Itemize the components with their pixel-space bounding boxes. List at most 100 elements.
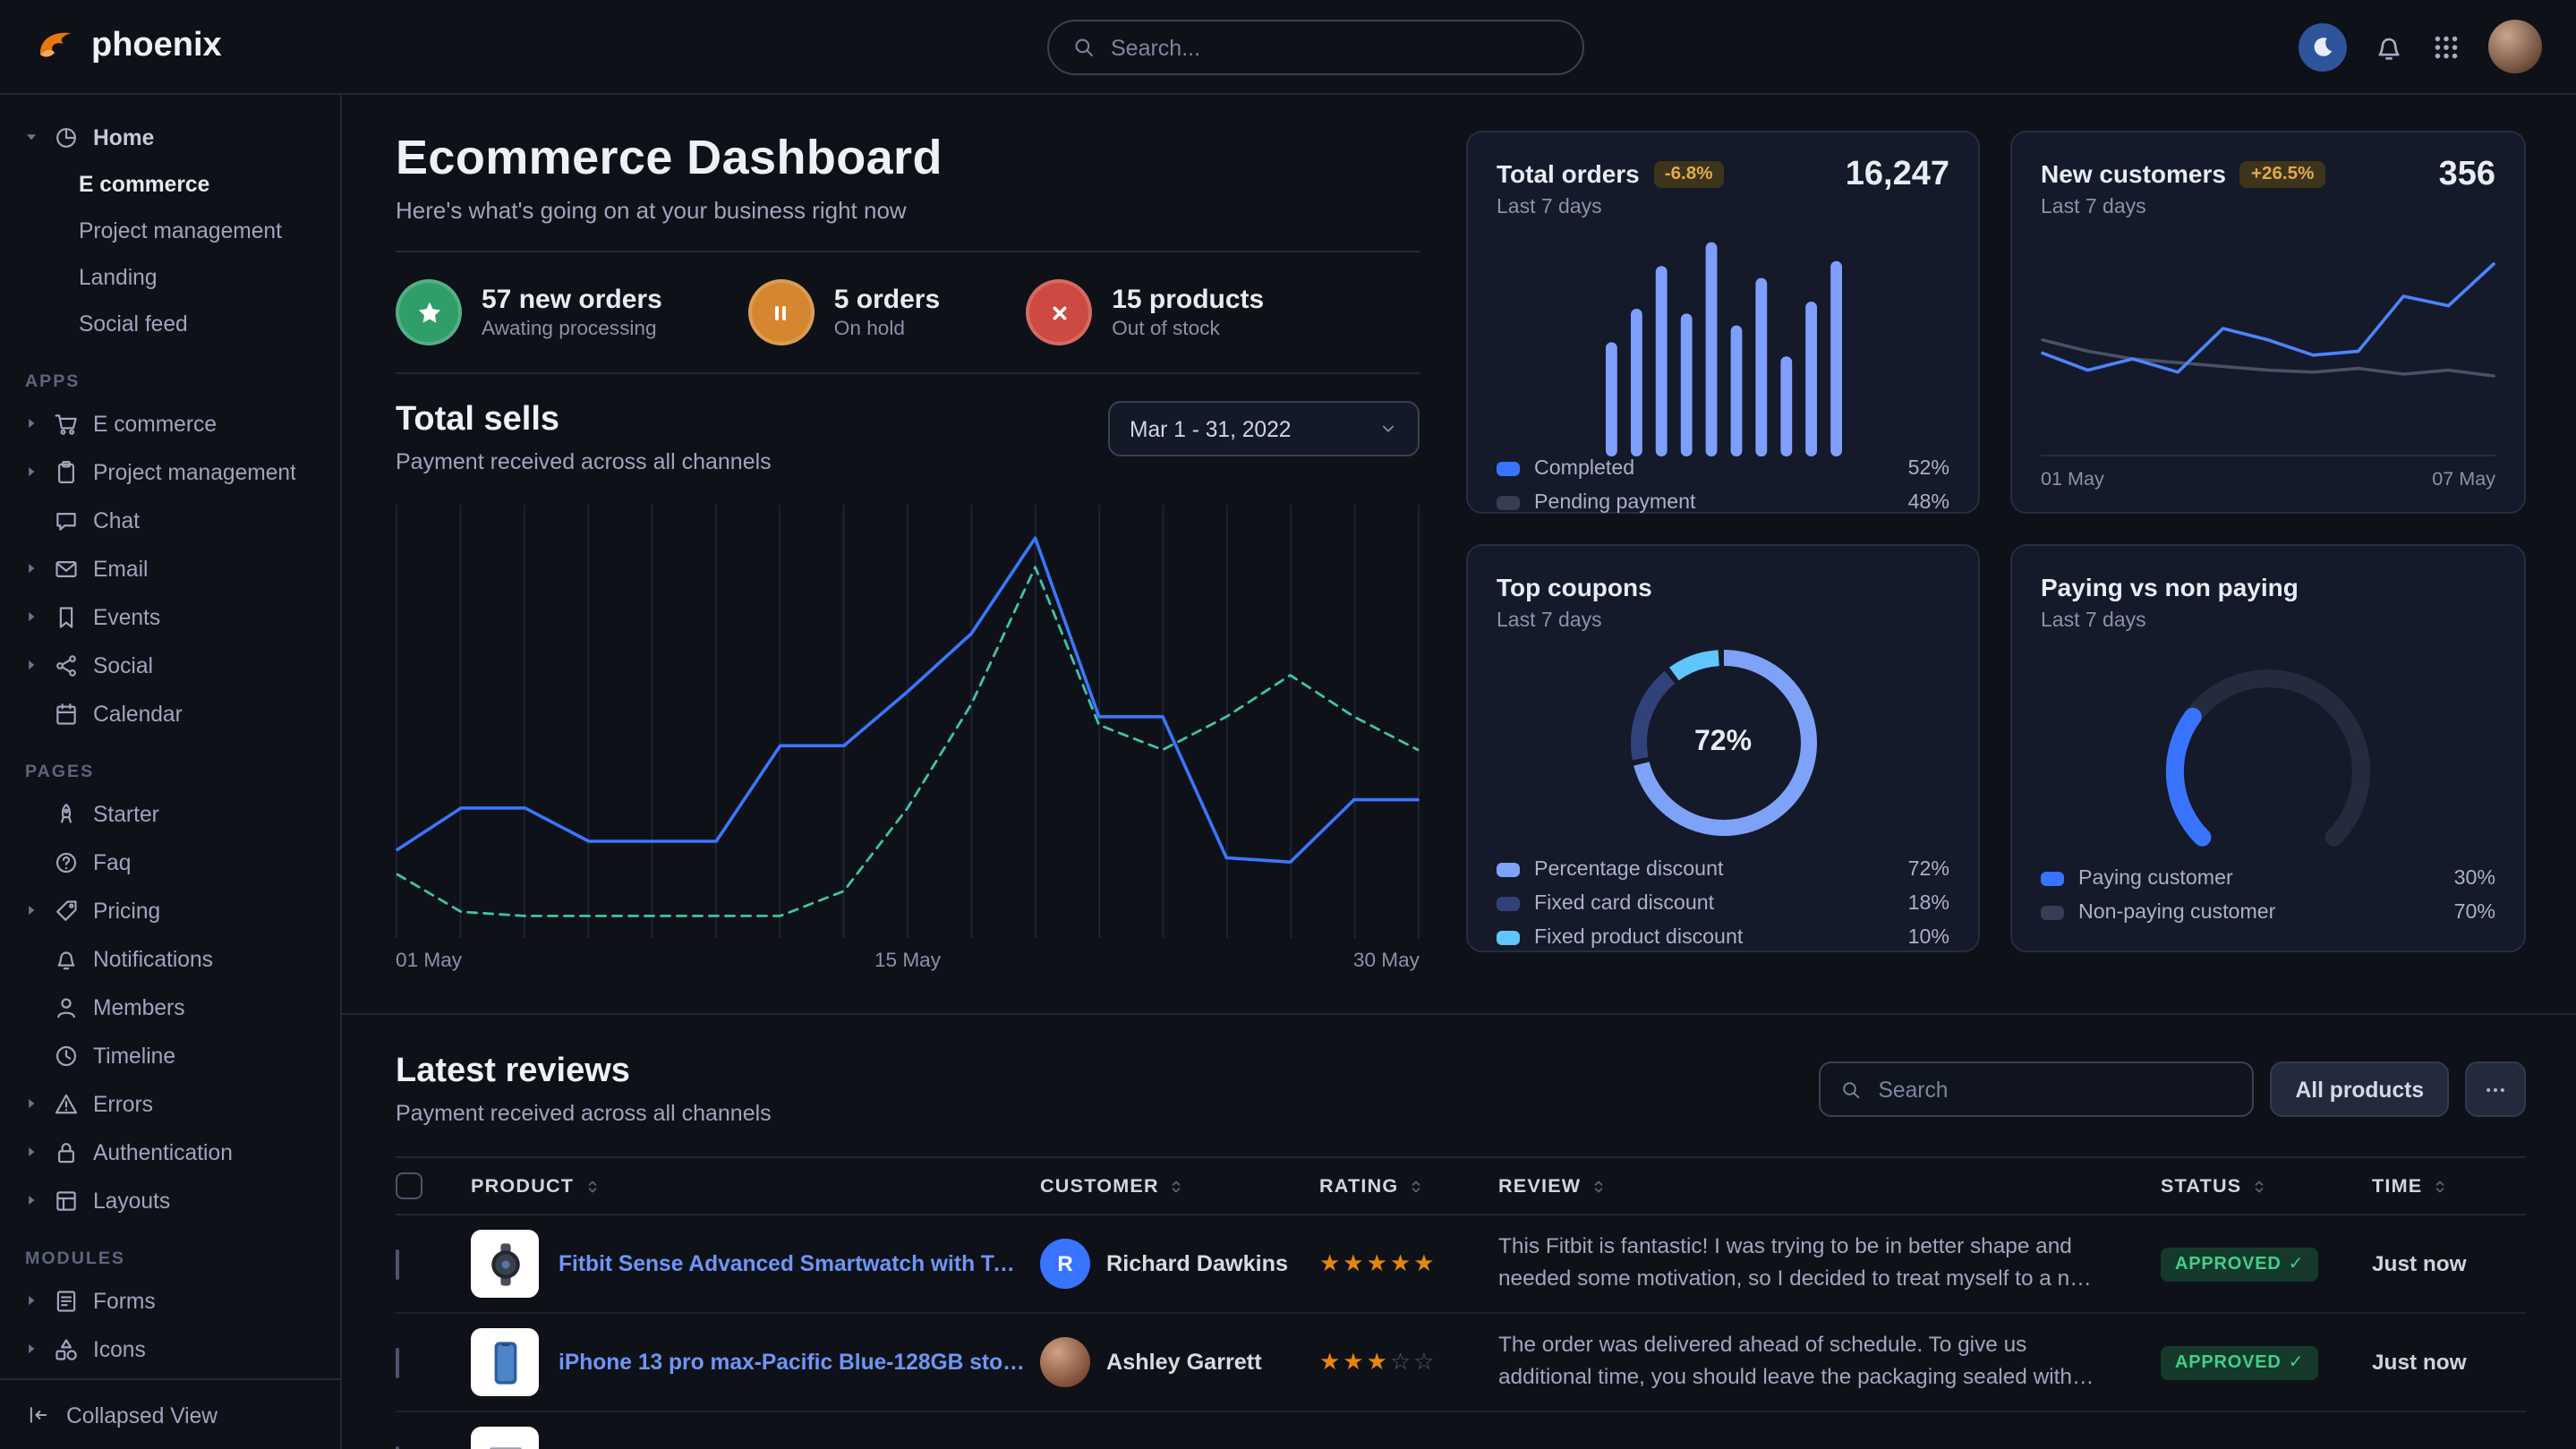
legend-label: Fixed card discount — [1534, 891, 1714, 915]
sort-icon — [2250, 1177, 2268, 1195]
legend-value: 30% — [2454, 866, 2495, 890]
sidebar-item-label: Pricing — [93, 898, 160, 923]
sidebar-item-home[interactable]: Home — [0, 113, 340, 161]
form-icon — [54, 1288, 79, 1313]
sidebar-item-pricing[interactable]: Pricing — [0, 886, 340, 934]
moon-icon — [2309, 33, 2336, 60]
sidebar-item-events[interactable]: Events — [0, 592, 340, 641]
card-period: Last 7 days — [2041, 197, 2495, 218]
product-thumbnail — [471, 1328, 539, 1396]
sidebar-item-label: Email — [93, 556, 149, 581]
brand[interactable]: phoenix — [34, 25, 222, 68]
global-search-input[interactable] — [1111, 35, 1558, 60]
row-checkbox[interactable] — [396, 1347, 399, 1377]
theme-toggle-button[interactable] — [2299, 22, 2347, 71]
sidebar-item-errors[interactable]: Errors — [0, 1079, 340, 1128]
notifications-bell-icon[interactable] — [2374, 31, 2404, 62]
sort-icon — [1407, 1177, 1425, 1195]
sidebar-item-members[interactable]: Members — [0, 983, 340, 1031]
x-axis-label: 01 May — [2041, 469, 2104, 490]
sidebar-item-label: Icons — [93, 1336, 146, 1361]
caret-down-icon — [23, 129, 39, 145]
sidebar-section-label: MODULES — [25, 1249, 340, 1269]
card-title: Top coupons — [1497, 573, 1652, 601]
sidebar-item-notifications[interactable]: Notifications — [0, 934, 340, 983]
more-options-button[interactable] — [2465, 1061, 2526, 1117]
sidebar-item-timeline[interactable]: Timeline — [0, 1031, 340, 1079]
stat-caption: Awating processing — [482, 319, 662, 340]
product-thumbnail — [471, 1427, 539, 1449]
sidebar-item-authentication[interactable]: Authentication — [0, 1128, 340, 1176]
sidebar-item-social[interactable]: Social — [0, 641, 340, 689]
envelope-icon — [54, 556, 79, 581]
row-checkbox[interactable] — [396, 1445, 399, 1449]
new-customers-x-axis: 01 May 07 May — [2041, 455, 2495, 490]
sidebar-item-label: E commerce — [93, 411, 217, 436]
legend-value: 70% — [2454, 900, 2495, 924]
total-sells-x-axis: 01 May 15 May 30 May — [396, 950, 1420, 972]
sidebar-item-email[interactable]: Email — [0, 544, 340, 592]
latest-reviews-section: Latest reviews Payment received across a… — [342, 1015, 2576, 1449]
date-range-select[interactable]: Mar 1 - 31, 2022 — [1108, 401, 1420, 456]
main-content: Ecommerce Dashboard Here's what's going … — [342, 95, 2576, 1449]
caret-right-icon — [23, 560, 39, 576]
sidebar-item-calendar[interactable]: Calendar — [0, 689, 340, 737]
table-row: Fitbit Sense Advanced Smartwatch with To… — [396, 1215, 2526, 1314]
sidebar-item-icons[interactable]: Icons — [0, 1325, 340, 1373]
all-products-button[interactable]: All products — [2271, 1061, 2449, 1117]
legend-item: Fixed card discount18% — [1497, 891, 1949, 915]
sidebar-subitem-social-feed[interactable]: Social feed — [0, 301, 340, 347]
search-icon — [1071, 36, 1095, 59]
product-link[interactable]: Fitbit Sense Advanced Smartwatch with To… — [559, 1251, 1026, 1276]
column-header-product[interactable]: PRODUCT — [471, 1175, 1026, 1197]
sidebar-item-chat[interactable]: Chat — [0, 496, 340, 544]
reviews-table-header: PRODUCT CUSTOMER RATING REVIEW STATUS TIME — [396, 1156, 2526, 1215]
column-header-customer[interactable]: CUSTOMER — [1040, 1175, 1305, 1197]
sidebar-item-forms[interactable]: Forms — [0, 1276, 340, 1325]
donut-center-label: 72% — [1630, 650, 1816, 836]
legend-value: 72% — [1908, 857, 1949, 881]
collapsed-view-button[interactable]: Collapsed View — [0, 1378, 340, 1449]
reviews-table: PRODUCT CUSTOMER RATING REVIEW STATUS TIME Fit… — [396, 1156, 2526, 1449]
layout-icon — [54, 1188, 79, 1213]
sidebar-item-label: Calendar — [93, 701, 183, 726]
card-period: Last 7 days — [2041, 610, 2495, 632]
user-avatar[interactable] — [2488, 20, 2542, 73]
sort-icon — [2431, 1177, 2449, 1195]
stat-caption: Out of stock — [1112, 319, 1264, 340]
sidebar-item-label: Project management — [93, 459, 296, 484]
sidebar-item-layouts[interactable]: Layouts — [0, 1176, 340, 1224]
reviews-search-input[interactable] — [1879, 1077, 2233, 1102]
legend-value: 52% — [1908, 456, 1949, 480]
select-all-checkbox[interactable] — [396, 1172, 422, 1199]
x-axis-label: 30 May — [1353, 950, 1420, 972]
product-link[interactable]: iPhone 13 pro max-Pacific Blue-128GB sto… — [559, 1350, 1026, 1375]
legend-label: Completed — [1534, 456, 1634, 480]
sidebar-item-label: Timeline — [93, 1043, 175, 1068]
legend-label: Paying customer — [2078, 866, 2233, 890]
trend-badge: -6.8% — [1654, 160, 1724, 187]
card-period: Last 7 days — [1497, 610, 1949, 632]
global-search[interactable] — [1046, 20, 1583, 75]
column-header-status[interactable]: STATUS — [2161, 1175, 2358, 1197]
status-badge: APPROVED ✓ — [2161, 1247, 2318, 1281]
top-coupons-legend: Percentage discount72%Fixed card discoun… — [1497, 857, 1949, 949]
sidebar-subitem-e-commerce[interactable]: E commerce — [0, 161, 340, 208]
sidebar-item-project-management[interactable]: Project management — [0, 447, 340, 496]
sidebar-item-starter[interactable]: Starter — [0, 789, 340, 838]
column-header-review[interactable]: REVIEW — [1498, 1175, 2146, 1197]
rating-stars: ★★★★★ — [1319, 1249, 1484, 1278]
sidebar-subitem-project-management[interactable]: Project management — [0, 208, 340, 254]
rocket-icon — [54, 801, 79, 826]
sidebar-subitem-landing[interactable]: Landing — [0, 254, 340, 301]
row-checkbox[interactable] — [396, 1249, 399, 1279]
apps-grid-icon[interactable] — [2431, 31, 2461, 62]
date-range-value: Mar 1 - 31, 2022 — [1130, 416, 1291, 441]
paying-legend: Paying customer30%Non-paying customer70% — [2041, 866, 2495, 924]
column-header-rating[interactable]: RATING — [1319, 1175, 1484, 1197]
product-thumbnail — [471, 1230, 539, 1298]
reviews-search[interactable] — [1820, 1061, 2255, 1117]
sidebar-item-e-commerce[interactable]: E commerce — [0, 399, 340, 447]
sidebar-item-faq[interactable]: Faq — [0, 838, 340, 886]
column-header-time[interactable]: TIME — [2372, 1175, 2526, 1197]
